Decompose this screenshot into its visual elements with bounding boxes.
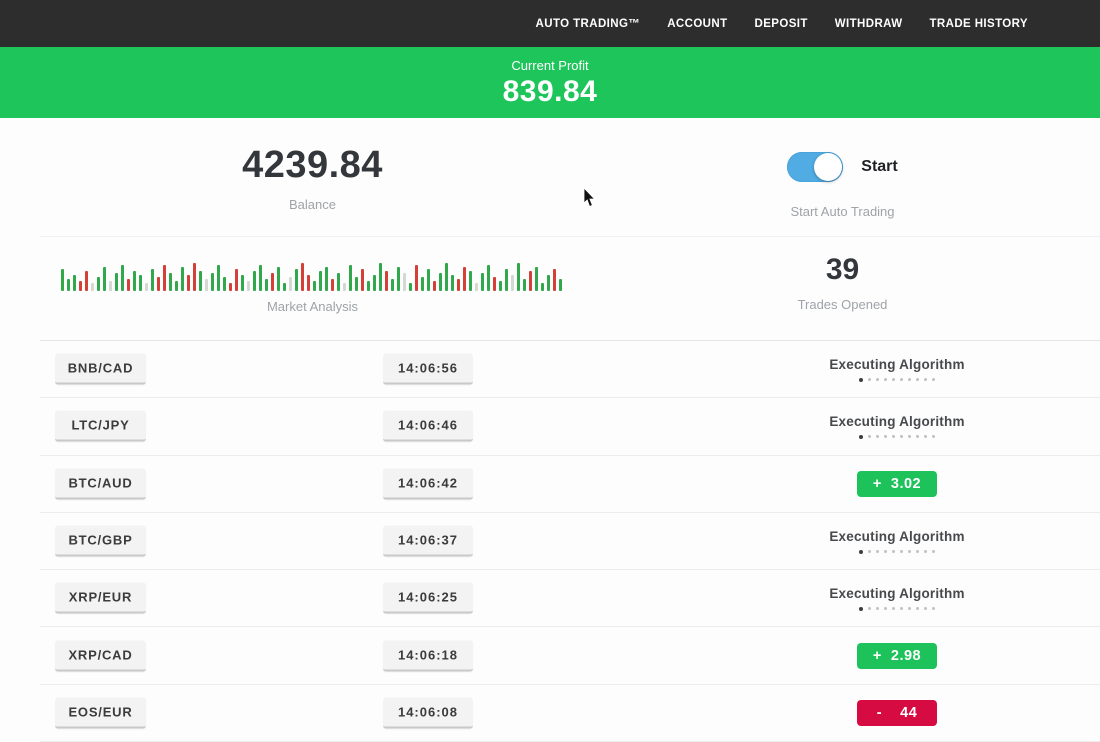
auto-trading-page: AUTO TRADING™ ACCOUNT DEPOSIT WITHDRAW T…	[0, 0, 1100, 742]
executing-label: Executing Algorithm	[829, 414, 964, 429]
progress-dots	[859, 550, 935, 554]
loss-badge: - 44	[857, 700, 937, 726]
nav-account[interactable]: ACCOUNT	[667, 18, 727, 30]
trade-status: - 44	[752, 685, 1042, 741]
balance-value: 4239.84	[242, 144, 383, 187]
balance-label: Balance	[289, 197, 336, 212]
trade-row: BTC/AUD 14:06:42 + 3.02	[40, 456, 1100, 513]
current-profit-banner: Current Profit 839.84	[0, 47, 1100, 118]
executing-label: Executing Algorithm	[829, 529, 964, 544]
trades-opened-label: Trades Opened	[798, 297, 888, 312]
auto-trading-block: Start Start Auto Trading	[585, 118, 1100, 236]
profit-badge: + 3.02	[857, 471, 937, 497]
trade-status: + 3.02	[752, 456, 1042, 512]
trade-status: Executing Algorithm	[752, 570, 1042, 626]
trade-status: Executing Algorithm	[752, 398, 1042, 454]
trade-row: XRP/CAD 14:06:18 + 2.98	[40, 627, 1100, 684]
pair-badge: XRP/CAD	[55, 640, 146, 671]
trade-time: 14:06:18	[383, 640, 473, 671]
pair-badge: BTC/AUD	[55, 468, 146, 499]
balance-block: 4239.84 Balance	[40, 118, 585, 236]
current-profit-value: 839.84	[503, 75, 598, 109]
trade-time: 14:06:25	[383, 583, 473, 614]
market-analysis-block: Market Analysis	[40, 237, 585, 340]
trade-time: 14:06:42	[383, 468, 473, 499]
mouse-cursor	[583, 188, 597, 208]
progress-dots	[859, 435, 935, 439]
current-profit-label: Current Profit	[511, 58, 588, 73]
executing-label: Executing Algorithm	[829, 586, 964, 601]
trade-status: Executing Algorithm	[752, 341, 1042, 397]
auto-trading-toggle[interactable]	[787, 152, 843, 182]
market-analysis-chart	[61, 261, 565, 291]
pair-badge: XRP/EUR	[55, 583, 146, 614]
trades-opened-block: 39 Trades Opened	[585, 237, 1100, 340]
trade-status: + 2.98	[752, 627, 1042, 683]
trade-row: XRP/EUR 14:06:25 Executing Algorithm	[40, 570, 1100, 627]
progress-dots	[859, 378, 935, 382]
nav-auto-trading[interactable]: AUTO TRADING™	[536, 18, 641, 30]
nav-withdraw[interactable]: WITHDRAW	[835, 18, 903, 30]
trade-time: 14:06:56	[383, 354, 473, 385]
executing-label: Executing Algorithm	[829, 357, 964, 372]
trade-status: Executing Algorithm	[752, 513, 1042, 569]
toggle-start-label: Start	[861, 158, 897, 176]
nav-deposit[interactable]: DEPOSIT	[755, 18, 808, 30]
pair-badge: BTC/GBP	[55, 526, 146, 557]
pair-badge: BNB/CAD	[55, 354, 146, 385]
trade-time: 14:06:37	[383, 526, 473, 557]
trades-opened-value: 39	[826, 253, 859, 287]
trade-row: BNB/CAD 14:06:56 Executing Algorithm	[40, 341, 1100, 398]
trade-row: LTC/JPY 14:06:46 Executing Algorithm	[40, 398, 1100, 455]
market-analysis-label: Market Analysis	[267, 299, 358, 314]
profit-badge: + 2.98	[857, 643, 937, 669]
trade-time: 14:06:08	[383, 697, 473, 728]
trade-row: BTC/GBP 14:06:37 Executing Algorithm	[40, 513, 1100, 570]
trade-list: BNB/CAD 14:06:56 Executing Algorithm LTC…	[40, 341, 1100, 742]
nav-trade-history[interactable]: TRADE HISTORY	[930, 18, 1029, 30]
pair-badge: LTC/JPY	[55, 411, 146, 442]
top-nav: AUTO TRADING™ ACCOUNT DEPOSIT WITHDRAW T…	[0, 0, 1100, 47]
progress-dots	[859, 607, 935, 611]
trade-row: EOS/EUR 14:06:08 - 44	[40, 685, 1100, 742]
toggle-knob	[814, 153, 842, 181]
pair-badge: EOS/EUR	[55, 697, 146, 728]
balance-toggle-row: 4239.84 Balance Start Start Auto Trading	[40, 118, 1100, 237]
trade-time: 14:06:46	[383, 411, 473, 442]
market-trades-row: Market Analysis 39 Trades Opened	[40, 237, 1100, 341]
start-auto-trading-label: Start Auto Trading	[790, 204, 894, 219]
